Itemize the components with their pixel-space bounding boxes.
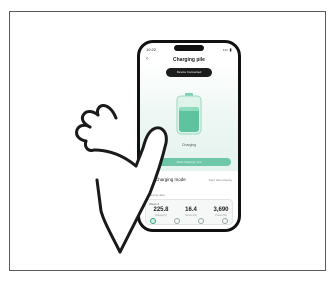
profile-icon[interactable]: [222, 218, 228, 224]
charging-mode-row[interactable]: Charging mode Start after display: [146, 176, 232, 186]
start-charging-button[interactable]: Start charging now: [147, 158, 231, 166]
stats-heading: Week 4: [149, 202, 160, 206]
charging-mode-value: Start after display: [208, 178, 232, 182]
charging-mode-label: Charging mode: [155, 177, 186, 182]
charging-hero: Device Connected Charging Start charging…: [140, 65, 238, 171]
stat-value: 225.8: [153, 207, 169, 213]
signal-icon: ••• ▮: [222, 47, 232, 52]
section-label: Charging data: [146, 193, 165, 197]
checkbox-icon[interactable]: [146, 177, 152, 183]
device-icon[interactable]: [174, 218, 180, 224]
page-title: Charging pile: [173, 57, 205, 63]
settings-icon[interactable]: [198, 218, 204, 224]
battery-icon: [176, 93, 202, 135]
connection-status-pill: Device Connected: [166, 68, 212, 77]
battery-status: Charging: [181, 143, 197, 147]
stat-value: 3,690: [213, 207, 229, 213]
tab-bar: [140, 216, 238, 226]
status-bar: 10:22 ••• ▮: [146, 47, 232, 53]
status-time: 10:22: [146, 47, 157, 52]
stat-value: 16.4: [185, 207, 197, 213]
home-icon[interactable]: [150, 218, 156, 224]
phone-mockup: 10:22 ••• ▮ ‹ Charging pile Device Conne…: [137, 40, 241, 232]
